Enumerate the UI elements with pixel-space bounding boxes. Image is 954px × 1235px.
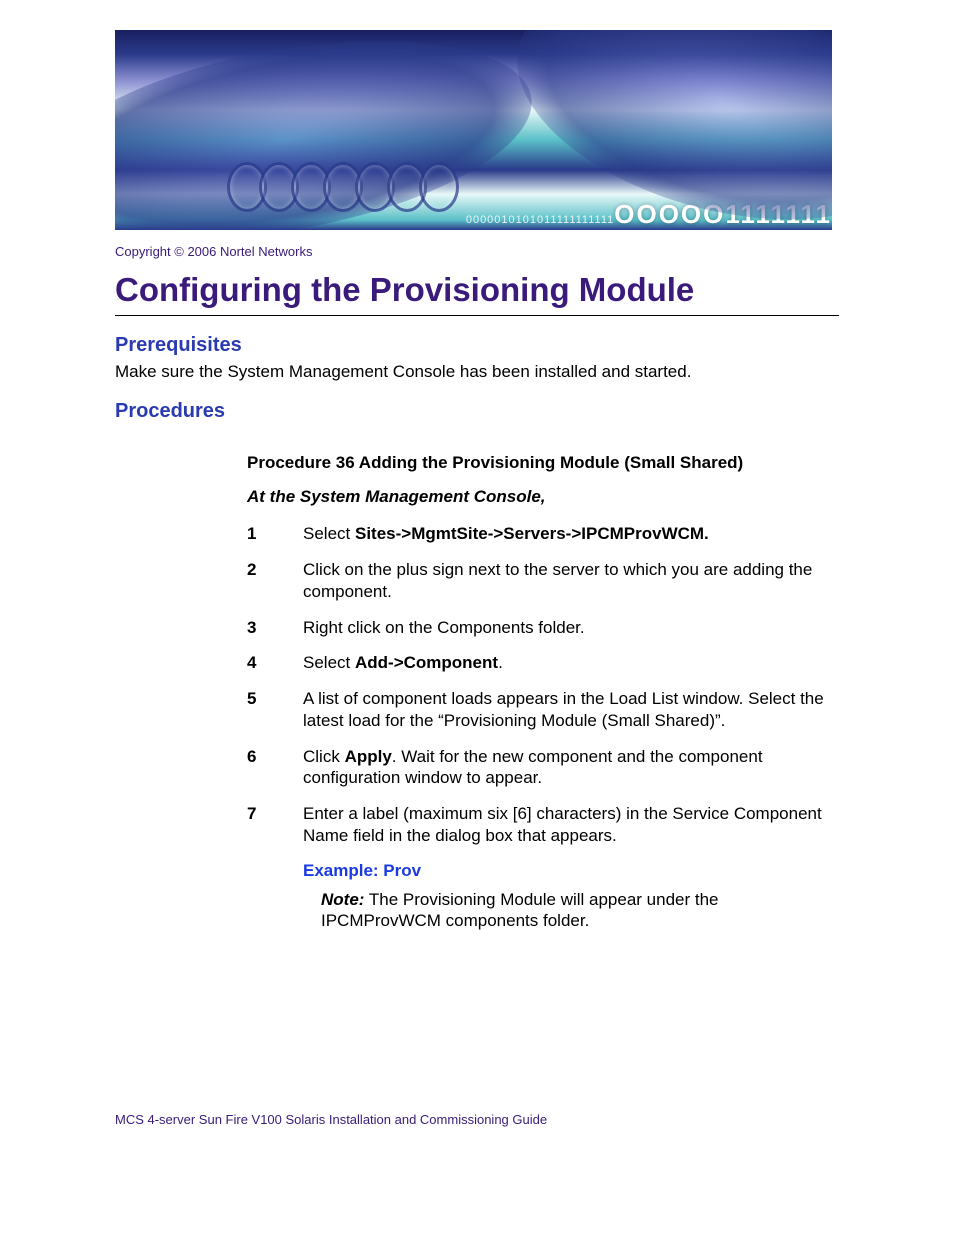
step-5: A list of component loads appears in the… — [247, 688, 839, 732]
step-3: Right click on the Components folder. — [247, 617, 839, 639]
prerequisites-body: Make sure the System Management Console … — [115, 361, 839, 382]
footer-line: MCS 4-server Sun Fire V100 Solaris Insta… — [115, 1112, 839, 1127]
step-7: Enter a label (maximum six [6] character… — [247, 803, 839, 847]
header-banner: 0000010101011111111111OOOOO1111111 — [115, 30, 832, 230]
banner-digits-graphic: 0000010101011111111111OOOOO1111111 — [115, 193, 832, 230]
step-2: Click on the plus sign next to the serve… — [247, 559, 839, 603]
procedures-heading: Procedures — [115, 400, 839, 423]
step-list: Select Sites->MgmtSite->Servers->IPCMPro… — [247, 523, 839, 846]
note-body: The Provisioning Module will appear unde… — [321, 890, 719, 931]
step-1: Select Sites->MgmtSite->Servers->IPCMPro… — [247, 523, 839, 545]
copyright-line: Copyright © 2006 Nortel Networks — [115, 244, 839, 259]
prerequisites-heading: Prerequisites — [115, 334, 839, 357]
note-block: Note: The Provisioning Module will appea… — [321, 889, 839, 933]
page-title: Configuring the Provisioning Module — [115, 271, 839, 316]
procedure-subheading: At the System Management Console, — [247, 487, 839, 507]
note-label: Note: — [321, 890, 364, 909]
step-4: Select Add->Component. — [247, 652, 839, 674]
step-6: Click Apply. Wait for the new component … — [247, 746, 839, 790]
procedure-block: Procedure 36 Adding the Provisioning Mod… — [247, 453, 839, 932]
page: 0000010101011111111111OOOOO1111111 Copyr… — [0, 0, 954, 1167]
example-line: Example: Prov — [303, 861, 839, 881]
procedure-title: Procedure 36 Adding the Provisioning Mod… — [247, 453, 839, 473]
